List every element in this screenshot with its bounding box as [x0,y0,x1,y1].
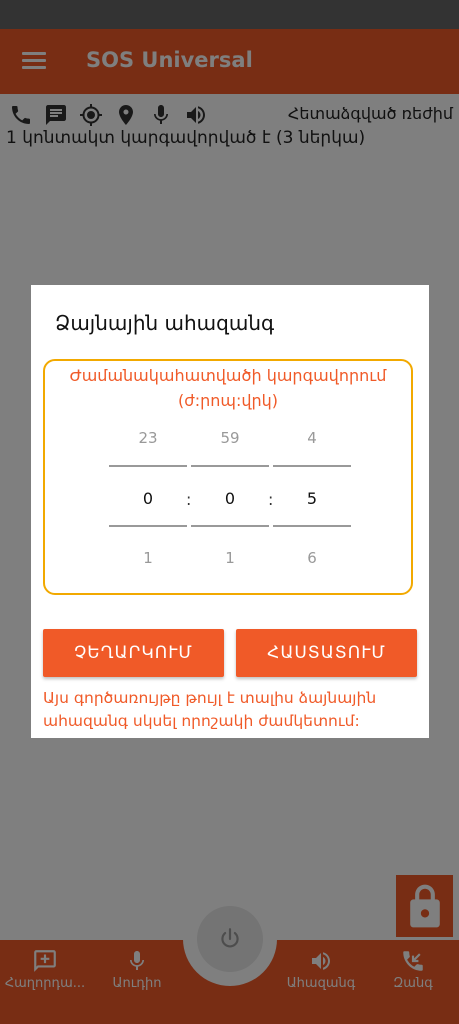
minutes-prev-value[interactable]: 59 [191,429,269,447]
dialog-description: Այս գործառույթը թույլ է տալիս ձայնային ա… [43,689,377,730]
confirm-button[interactable]: ՀԱՍՏԱՏՈՒՄ [236,629,417,677]
hours-value[interactable]: 0 [109,489,187,508]
hours-next-value[interactable]: 1 [109,549,187,567]
cancel-button[interactable]: ՉԵՂԱՐԿՈՒՄ [43,629,224,677]
picker-line [191,465,269,467]
minutes-next-value[interactable]: 1 [191,549,269,567]
minutes-value[interactable]: 0 [191,489,269,508]
seconds-next-value[interactable]: 6 [273,549,351,567]
picker-line [191,525,269,527]
picker-line [109,465,187,467]
picker-line [273,525,351,527]
voice-alarm-dialog: Ձայնային ահազանգ Ժամանակահատվածի կարգավո… [31,285,429,738]
dialog-title: Ձայնային ահազանգ [55,311,275,335]
seconds-value[interactable]: 5 [273,489,351,508]
picker-line [273,465,351,467]
time-setting-label: Ժամանակահատվածի կարգավորում (ժ:րոպ:վրկ) [69,366,387,410]
seconds-prev-value[interactable]: 4 [273,429,351,447]
picker-line [109,525,187,527]
time-picker-box: Ժամանակահատվածի կարգավորում (ժ:րոպ:վրկ) … [43,359,413,595]
hours-prev-value[interactable]: 23 [109,429,187,447]
